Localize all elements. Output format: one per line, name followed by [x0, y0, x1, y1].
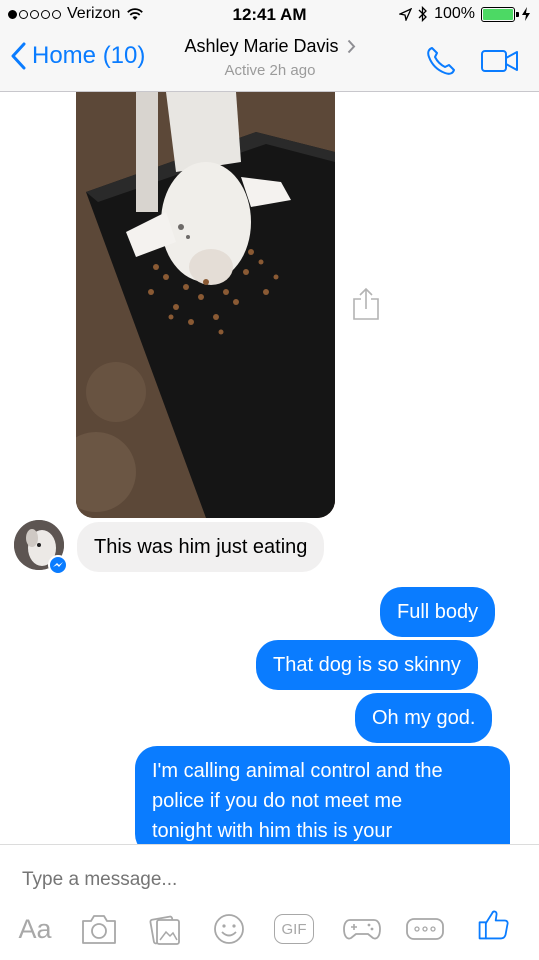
message-line: tonight with him this is your — [152, 820, 393, 842]
like-icon[interactable] — [474, 908, 512, 942]
text-format-icon[interactable]: Aa — [16, 912, 54, 946]
status-bar: Verizon 12:41 AM 100% — [0, 0, 539, 30]
back-button[interactable]: Home (10) — [10, 42, 145, 70]
contact-status: Active 2h ago — [224, 62, 316, 79]
chevron-right-icon — [347, 39, 355, 54]
gif-icon[interactable]: GIF — [274, 912, 314, 946]
dog-photo-image — [76, 92, 335, 518]
shared-photo[interactable] — [76, 92, 335, 518]
games-icon[interactable] — [342, 912, 382, 946]
message-input[interactable] — [22, 865, 512, 895]
location-arrow-icon — [399, 7, 413, 21]
gallery-icon[interactable] — [148, 912, 182, 946]
chevron-left-icon — [11, 42, 26, 70]
phone-call-icon[interactable] — [424, 44, 458, 78]
message-bubble-incoming[interactable]: This was him just eating — [77, 522, 325, 572]
battery-icon — [481, 6, 519, 22]
conversation-header: Home (10) Ashley Marie Davis Active 2h a… — [0, 30, 539, 92]
contact-info[interactable]: Ashley Marie Davis Active 2h ago — [150, 36, 390, 79]
message-bubble-outgoing[interactable]: I'm calling animal control and the polic… — [135, 746, 510, 844]
message-thread[interactable]: This was him just eating Full body That … — [0, 92, 539, 844]
charging-icon — [522, 7, 530, 21]
message-composer: Aa GIF — [0, 844, 539, 960]
back-label: Home (10) — [32, 42, 146, 69]
video-call-icon[interactable] — [480, 49, 520, 73]
message-bubble-outgoing[interactable]: Oh my god. — [355, 693, 493, 743]
status-right: 100% — [399, 5, 531, 23]
emoji-icon[interactable] — [212, 912, 246, 946]
more-icon[interactable] — [405, 912, 445, 946]
message-bubble-outgoing[interactable]: Full body — [380, 587, 496, 637]
bluetooth-icon — [418, 6, 427, 22]
message-line: police if you do not meet me — [152, 790, 403, 812]
message-line: I'm calling animal control and the — [152, 760, 443, 782]
share-icon[interactable] — [350, 287, 382, 321]
camera-icon[interactable] — [80, 912, 118, 946]
contact-name: Ashley Marie Davis — [184, 36, 339, 56]
messenger-badge-icon — [48, 555, 68, 575]
message-bubble-outgoing[interactable]: That dog is so skinny — [256, 640, 478, 690]
gif-label: GIF — [274, 914, 314, 944]
battery-percent: 100% — [434, 5, 475, 22]
